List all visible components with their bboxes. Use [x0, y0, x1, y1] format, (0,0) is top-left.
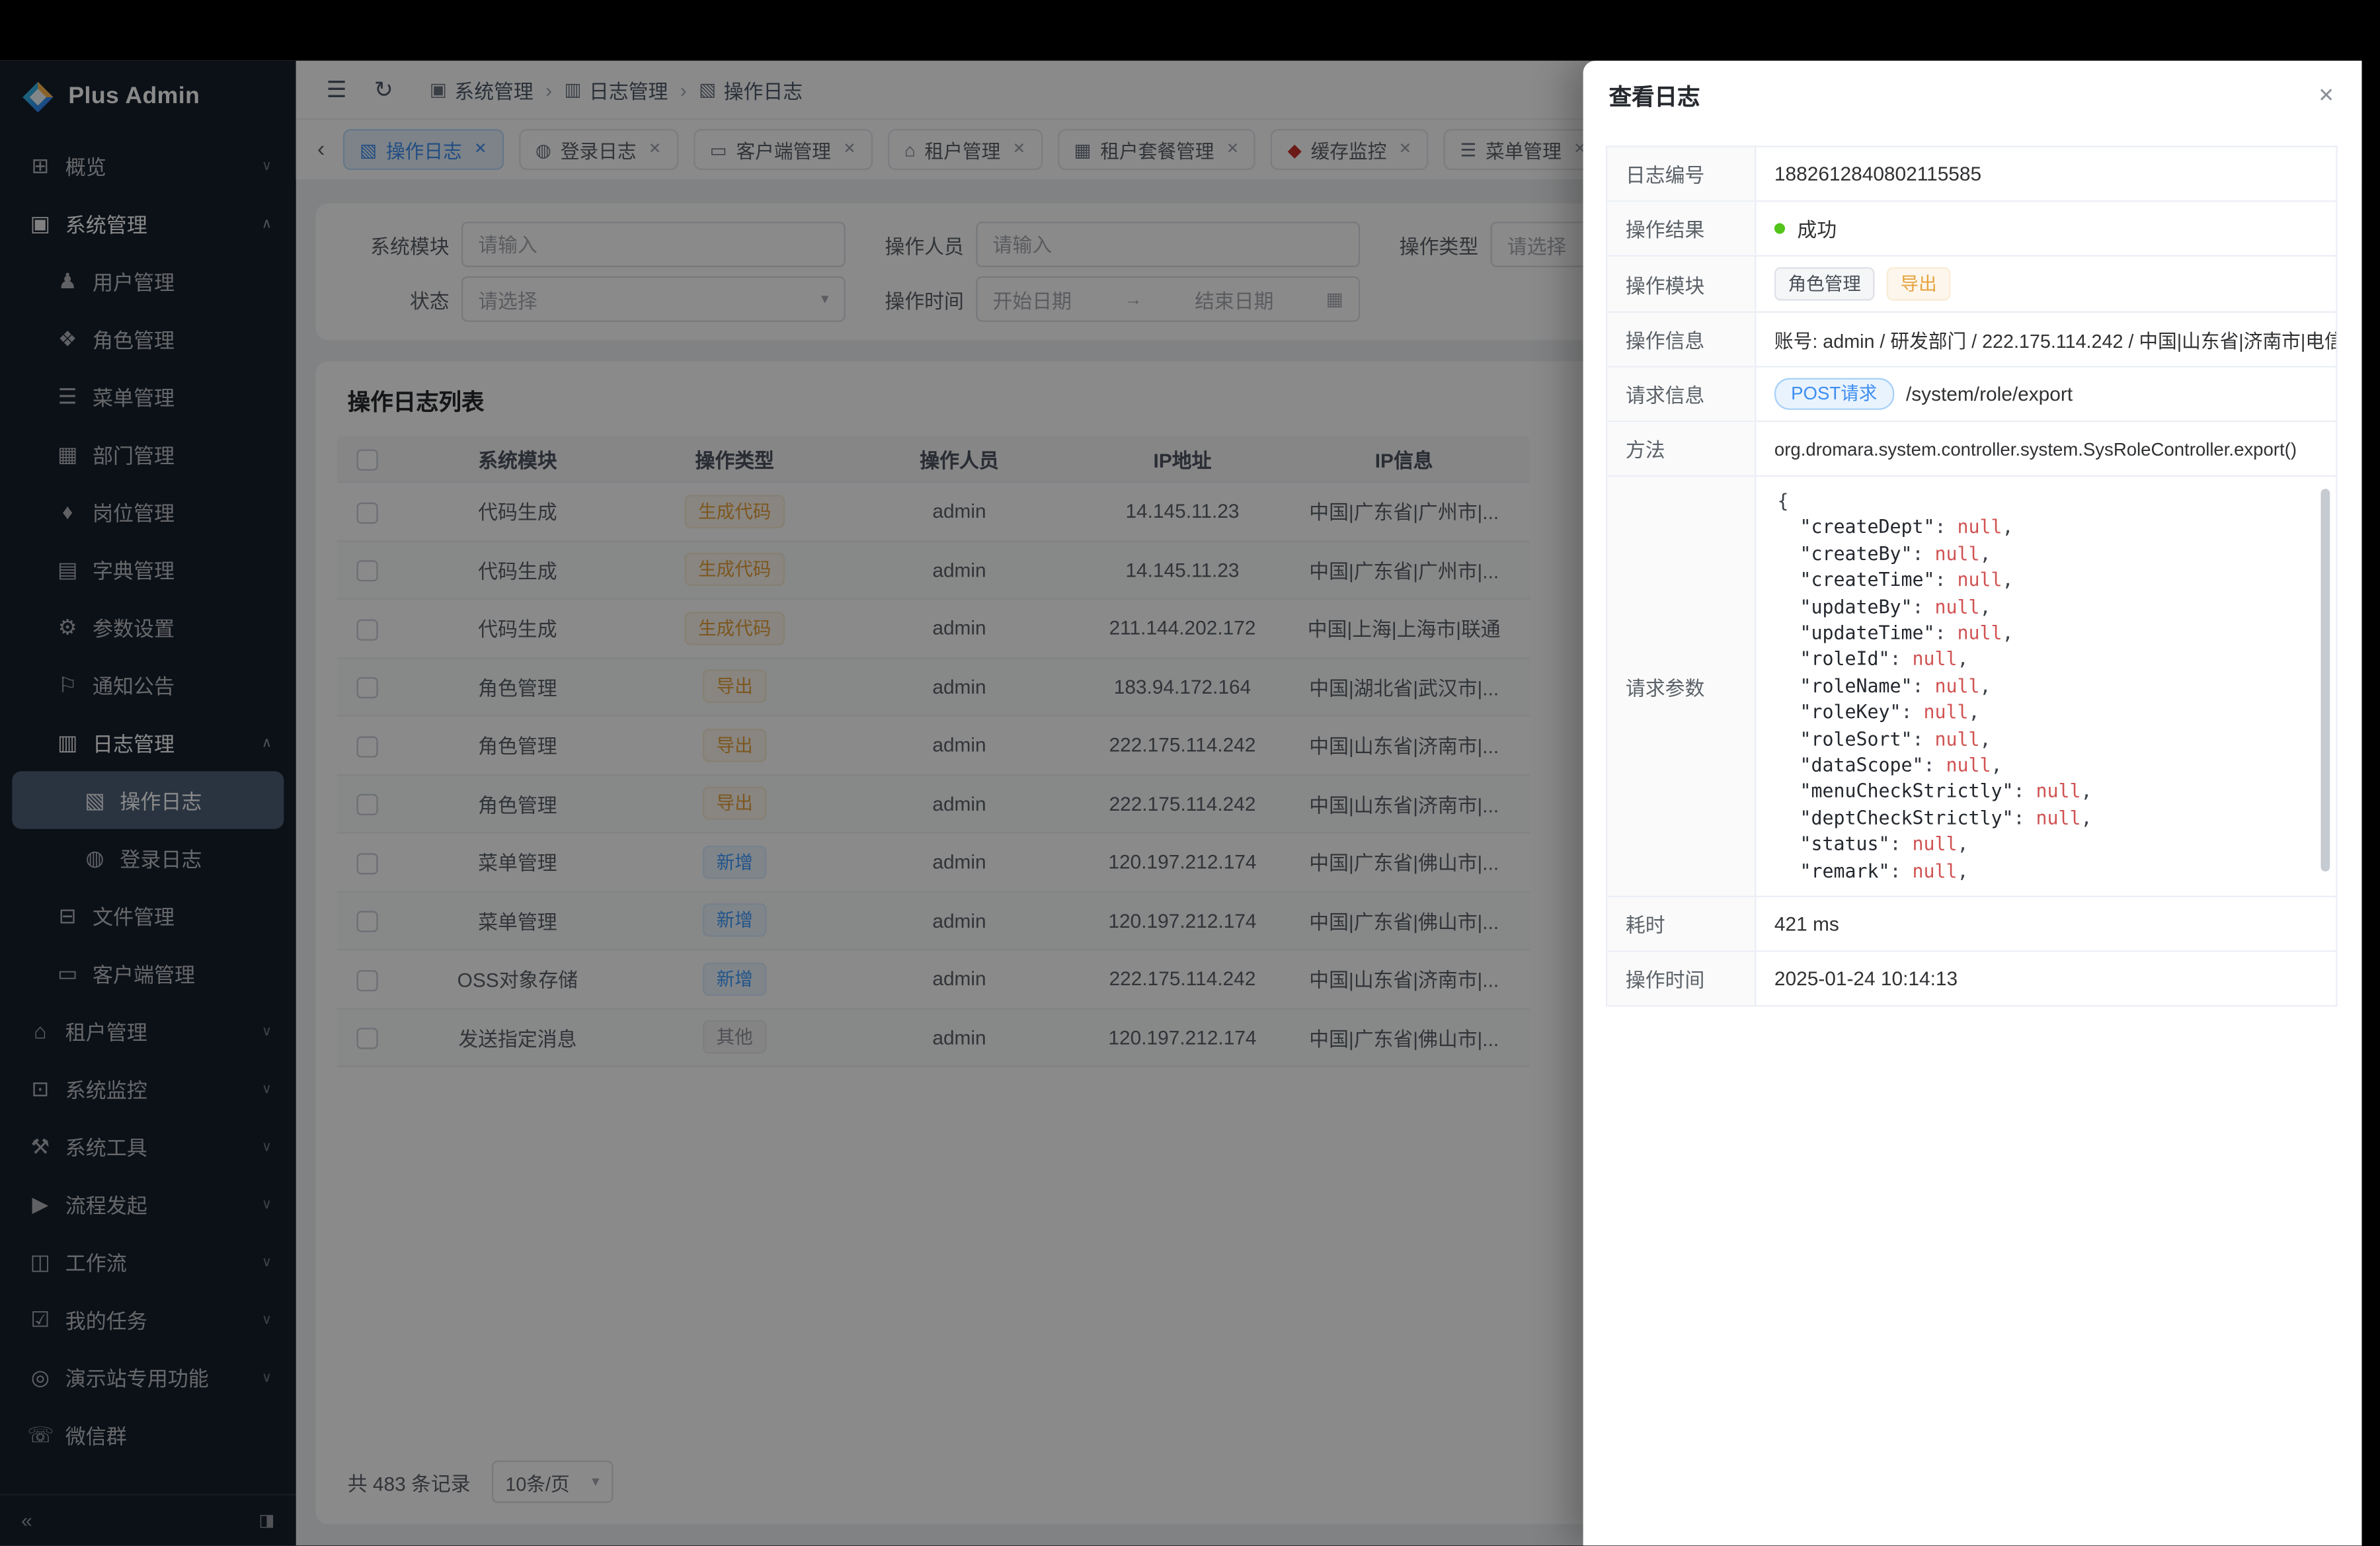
field-duration: 耗时 421 ms	[1607, 897, 2336, 952]
operation-info-value: 账号: admin / 研发部门 / 222.175.114.242 / 中国|…	[1756, 313, 2336, 366]
field-method: 方法 org.dromara.system.controller.system.…	[1607, 422, 2336, 477]
request-path: /system/role/export	[1906, 383, 2073, 405]
duration-value: 421 ms	[1756, 897, 2336, 950]
method-value: org.dromara.system.controller.system.Sys…	[1756, 422, 2336, 475]
screen: Plus Admin ⊞概览∨▣系统管理∧♟用户管理❖角色管理☰菜单管理▦部门管…	[0, 0, 2380, 1545]
field-log-id: 日志编号 1882612840802115585	[1607, 147, 2336, 202]
view-log-drawer: 查看日志 ✕ 日志编号 1882612840802115585 操作结果 成功 …	[1583, 61, 2362, 1545]
log-detail-table: 日志编号 1882612840802115585 操作结果 成功 操作模块 角色…	[1606, 145, 2338, 1006]
request-params-code[interactable]: { "createDept": null, "createBy": null, …	[1756, 477, 2336, 896]
log-id-value: 1882612840802115585	[1756, 147, 2336, 200]
http-method-tag: POST请求	[1774, 378, 1894, 410]
operation-time-value: 2025-01-24 10:14:13	[1756, 952, 2336, 1005]
field-request: 请求信息 POST请求 /system/role/export	[1607, 368, 2336, 423]
field-time: 操作时间 2025-01-24 10:14:13	[1607, 952, 2336, 1007]
success-dot-icon	[1774, 224, 1785, 234]
field-module: 操作模块 角色管理 导出	[1607, 257, 2336, 313]
field-info: 操作信息 账号: admin / 研发部门 / 222.175.114.242 …	[1607, 313, 2336, 368]
operation-type-tag: 导出	[1887, 267, 1950, 301]
module-tag: 角色管理	[1774, 267, 1875, 301]
drawer-header: 查看日志 ✕	[1583, 61, 2362, 131]
code-scrollbar[interactable]	[2320, 489, 2330, 872]
drawer-title: 查看日志	[1609, 80, 1700, 112]
drawer-body: 日志编号 1882612840802115585 操作结果 成功 操作模块 角色…	[1583, 130, 2362, 1545]
result-value: 成功	[1797, 214, 1837, 243]
close-icon[interactable]: ✕	[2318, 83, 2334, 108]
field-result: 操作结果 成功	[1607, 202, 2336, 257]
field-params: 请求参数 { "createDept": null, "createBy": n…	[1607, 477, 2336, 897]
